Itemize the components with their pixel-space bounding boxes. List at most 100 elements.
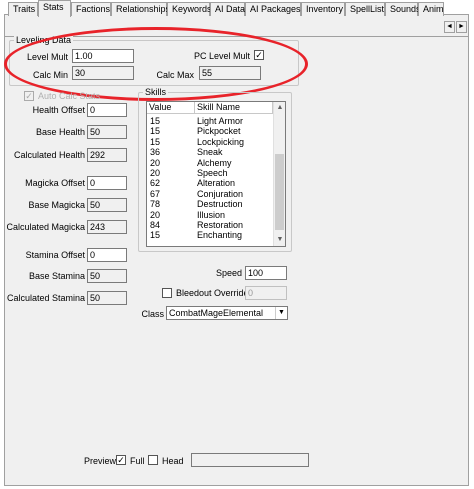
skill-value: 15 — [150, 126, 161, 137]
pc-level-mult-checkbox[interactable]: ✓ — [254, 50, 264, 60]
skill-name: Sneak — [197, 147, 223, 158]
list-item[interactable]: 62 Alteration — [147, 178, 273, 188]
skill-value: 78 — [150, 199, 161, 210]
base-health-field[interactable]: 50 — [87, 125, 127, 139]
list-item[interactable]: 20 Speech — [147, 168, 273, 178]
tab-relationships[interactable]: Relationships — [111, 2, 170, 16]
preview-head-label: Head — [162, 456, 184, 466]
tab-factions[interactable]: Factions — [71, 2, 111, 16]
tab-inventory[interactable]: Inventory — [301, 2, 345, 16]
tab-spelllist[interactable]: SpellList — [345, 2, 385, 16]
skill-value: 15 — [150, 116, 161, 126]
class-label: Class — [141, 309, 164, 319]
skill-value: 20 — [150, 157, 161, 168]
preview-full-checkbox[interactable]: ✓ — [116, 455, 126, 465]
skills-group-title: Skills — [143, 87, 169, 97]
magicka-offset-input[interactable]: 0 — [87, 176, 127, 190]
scroll-up-icon[interactable]: ▲ — [274, 102, 285, 114]
skill-name: Light Armor — [197, 116, 244, 126]
skill-name: Conjuration — [197, 188, 244, 199]
tab-stats[interactable]: Stats — [38, 0, 71, 17]
skill-name: Alchemy — [197, 157, 232, 168]
health-offset-label: Health Offset — [32, 105, 85, 115]
skill-value: 20 — [150, 209, 161, 220]
calc-max-field[interactable]: 55 — [199, 66, 261, 80]
skills-column-value[interactable]: Value — [147, 102, 195, 114]
tab-scroll-right-button[interactable]: ► — [456, 21, 467, 33]
bleedout-override-checkbox[interactable] — [162, 288, 172, 298]
calculated-magicka-label: Calculated Magicka — [6, 222, 85, 232]
list-item[interactable]: 15 Lockpicking — [147, 137, 273, 147]
base-stamina-label: Base Stamina — [28, 271, 85, 281]
class-select-value: CombatMageElemental — [169, 308, 264, 318]
base-magicka-field[interactable]: 50 — [87, 198, 127, 212]
level-mult-label: Level Mult — [26, 52, 68, 62]
tab-ai-packages[interactable]: AI Packages — [245, 2, 301, 16]
calc-max-label: Calc Max — [156, 70, 194, 80]
preview-label: Preview — [84, 456, 117, 466]
magicka-offset-label: Magicka Offset — [25, 178, 85, 188]
skill-value: 20 — [150, 168, 161, 178]
tab-anim[interactable]: Anim — [418, 2, 444, 16]
base-magicka-label: Base Magicka — [28, 200, 85, 210]
preview-full-label: Full — [130, 456, 145, 466]
skill-value: 84 — [150, 220, 161, 230]
speed-label: Speed — [215, 268, 242, 278]
tab-ai-data[interactable]: AI Data — [210, 2, 245, 16]
skills-scrollbar[interactable]: ▲ ▼ — [273, 102, 285, 246]
skill-name: Speech — [197, 168, 228, 178]
skill-name: Destruction — [197, 199, 243, 210]
skill-value: 36 — [150, 147, 161, 158]
level-mult-input[interactable]: 1.00 — [72, 49, 134, 63]
calculated-magicka-field[interactable]: 243 — [87, 220, 127, 234]
list-item[interactable]: 15 Pickpocket — [147, 126, 273, 136]
list-item[interactable]: 84 Restoration — [147, 220, 273, 230]
list-item[interactable]: 67 Conjuration — [147, 189, 273, 199]
health-offset-input[interactable]: 0 — [87, 103, 127, 117]
skill-name: Pickpocket — [197, 126, 241, 137]
list-item[interactable]: 36 Sneak — [147, 147, 273, 157]
scroll-down-icon[interactable]: ▼ — [274, 234, 285, 246]
tab-keywords[interactable]: Keywords — [167, 2, 212, 16]
calculated-stamina-field[interactable]: 50 — [87, 291, 127, 305]
skill-value: 15 — [150, 230, 161, 241]
list-item[interactable]: 15 Light Armor — [147, 116, 273, 126]
leveling-data-title: Leveling Data — [14, 35, 74, 45]
skills-column-name[interactable]: Skill Name — [195, 102, 273, 114]
bleedout-override-label: Bleedout Override — [176, 288, 249, 298]
bleedout-override-input[interactable]: 0 — [245, 286, 287, 300]
skill-value: 62 — [150, 178, 161, 189]
stamina-offset-input[interactable]: 0 — [87, 248, 127, 262]
skill-name: Illusion — [197, 209, 226, 220]
calc-min-field[interactable]: 30 — [72, 66, 134, 80]
tab-traits[interactable]: Traits — [8, 2, 38, 16]
preview-field — [191, 453, 309, 467]
list-item[interactable]: 78 Destruction — [147, 199, 273, 209]
list-item[interactable]: 20 Alchemy — [147, 158, 273, 168]
stamina-offset-label: Stamina Offset — [25, 250, 85, 260]
calculated-stamina-label: Calculated Stamina — [6, 293, 85, 303]
list-item[interactable]: 15 Enchanting — [147, 230, 273, 240]
skill-name: Enchanting — [197, 230, 243, 241]
skill-name: Lockpicking — [197, 136, 245, 147]
calculated-health-label: Calculated Health — [13, 150, 85, 160]
skill-value: 15 — [150, 136, 161, 147]
chevron-down-icon[interactable]: ▼ — [275, 307, 287, 319]
list-item[interactable]: 20 Illusion — [147, 210, 273, 220]
calc-min-label: Calc Min — [32, 70, 68, 80]
scroll-thumb[interactable] — [275, 154, 284, 230]
base-stamina-field[interactable]: 50 — [87, 269, 127, 283]
skill-value: 67 — [150, 188, 161, 199]
speed-input[interactable]: 100 — [245, 266, 287, 280]
tab-scroll-left-button[interactable]: ◄ — [444, 21, 455, 33]
skill-name: Restoration — [197, 220, 244, 230]
base-health-label: Base Health — [35, 127, 85, 137]
preview-head-checkbox[interactable] — [148, 455, 158, 465]
tab-sounds[interactable]: Sounds — [385, 2, 421, 16]
skills-list[interactable]: Value Skill Name 15 Light Armor 15 Pickpock… — [146, 101, 286, 247]
skill-name: Alteration — [197, 178, 236, 189]
class-select[interactable]: CombatMageElemental ▼ — [166, 306, 288, 320]
calculated-health-field[interactable]: 292 — [87, 148, 127, 162]
pc-level-mult-label: PC Level Mult — [193, 51, 250, 61]
auto-calc-stats-checkbox[interactable]: ✓ — [24, 91, 34, 101]
